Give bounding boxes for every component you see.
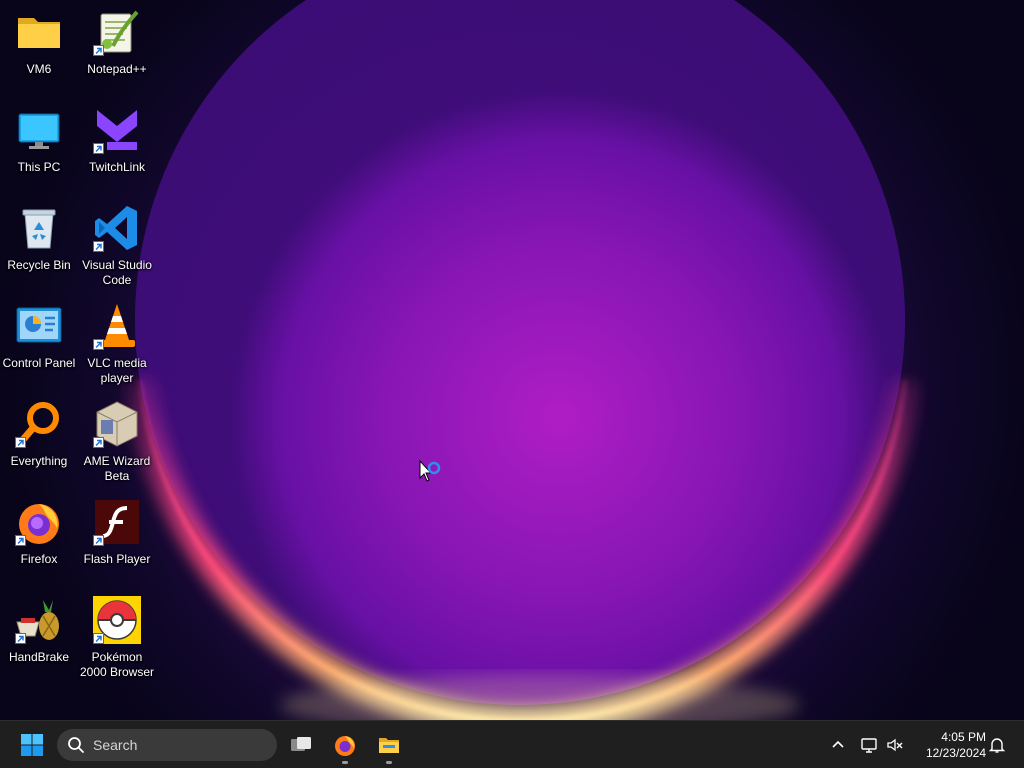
network-status-button[interactable] <box>857 733 881 757</box>
desktop-icon-label: Firefox <box>20 552 58 566</box>
shortcut-arrow-icon <box>93 241 104 252</box>
task-view-button[interactable] <box>282 726 320 764</box>
notification-bell-icon <box>988 738 1006 753</box>
desktop-icon-firefox[interactable]: Firefox <box>0 494 78 592</box>
network-icon <box>861 738 877 753</box>
desktop-icon-twitchlink[interactable]: TwitchLink <box>78 102 156 200</box>
desktop-icon-ame-wizard[interactable]: AME Wizard Beta <box>78 396 156 494</box>
recycle-bin-icon <box>22 209 56 249</box>
shortcut-arrow-icon <box>15 633 26 644</box>
search-icon <box>68 737 84 753</box>
file-explorer-icon <box>379 738 399 753</box>
desktop-icon-label: AME Wizard Beta <box>83 454 151 483</box>
shortcut-arrow-icon <box>93 143 104 154</box>
desktop-icon-recycle-bin[interactable]: Recycle Bin <box>0 200 78 298</box>
clock-date: 12/23/2024 <box>925 746 986 760</box>
desktop-icon-label: Notepad++ <box>87 62 147 76</box>
folder-icon <box>18 18 60 48</box>
volume-button[interactable] <box>883 733 907 757</box>
desktop-icon-label: VLC media player <box>87 356 147 385</box>
volume-muted-icon <box>887 738 903 752</box>
taskbar-clock[interactable]: 4:05 PM 12/23/2024 <box>914 729 986 761</box>
search-placeholder: Search <box>93 737 138 753</box>
desktop-icon-label: TwitchLink <box>88 160 146 174</box>
shortcut-arrow-icon <box>93 535 104 546</box>
desktop[interactable]: VM6 Notepad++ This PC TwitchLink Recycle… <box>0 0 1024 720</box>
monitor-icon <box>18 113 60 149</box>
running-indicator <box>386 761 392 764</box>
task-view-icon <box>291 737 311 751</box>
taskbar: Search 4:05 PM 12/23/2024 <box>0 720 1024 768</box>
desktop-icon-grid: VM6 Notepad++ This PC TwitchLink Recycle… <box>0 4 156 690</box>
shortcut-arrow-icon <box>15 437 26 448</box>
desktop-icon-vm6[interactable]: VM6 <box>0 4 78 102</box>
desktop-icon-control-panel[interactable]: Control Panel <box>0 298 78 396</box>
firefox-icon <box>335 736 355 756</box>
chevron-up-icon <box>832 740 844 748</box>
shortcut-arrow-icon <box>93 339 104 350</box>
desktop-icon-label: Everything <box>10 454 68 468</box>
shortcut-arrow-icon <box>93 45 104 56</box>
taskbar-search-box[interactable]: Search <box>57 729 277 761</box>
desktop-icon-label: Visual Studio Code <box>82 258 152 287</box>
clock-time: 4:05 PM <box>941 730 986 744</box>
notification-center-button[interactable] <box>985 733 1009 757</box>
shortcut-arrow-icon <box>93 437 104 448</box>
desktop-icon-flash-player[interactable]: Flash Player <box>78 494 156 592</box>
desktop-icon-label: Recycle Bin <box>7 258 71 272</box>
taskbar-firefox-button[interactable] <box>326 726 364 764</box>
desktop-icon-label: HandBrake <box>8 650 70 664</box>
desktop-icon-everything[interactable]: Everything <box>0 396 78 494</box>
desktop-icon-handbrake[interactable]: HandBrake <box>0 592 78 690</box>
desktop-icon-label: Control Panel <box>2 356 76 370</box>
windows-start-icon <box>21 734 43 756</box>
desktop-icon-vscode[interactable]: Visual Studio Code <box>78 200 156 298</box>
desktop-icon-notepadpp[interactable]: Notepad++ <box>78 4 156 102</box>
desktop-icon-label: Flash Player <box>83 552 151 566</box>
desktop-icon-label: This PC <box>17 160 61 174</box>
show-hidden-icons-button[interactable] <box>826 733 850 757</box>
desktop-icon-label: VM6 <box>26 62 52 76</box>
control-panel-icon <box>16 307 62 343</box>
desktop-icon-vlc[interactable]: VLC media player <box>78 298 156 396</box>
busy-cursor-icon <box>419 460 441 482</box>
shortcut-arrow-icon <box>93 633 104 644</box>
desktop-icon-label: Pokémon 2000 Browser <box>79 650 155 679</box>
running-indicator <box>342 761 348 764</box>
shortcut-arrow-icon <box>15 535 26 546</box>
taskbar-file-explorer-button[interactable] <box>370 726 408 764</box>
desktop-icon-pokemon-browser[interactable]: Pokémon 2000 Browser <box>78 592 156 690</box>
start-button[interactable] <box>13 726 51 764</box>
desktop-icon-this-pc[interactable]: This PC <box>0 102 78 200</box>
